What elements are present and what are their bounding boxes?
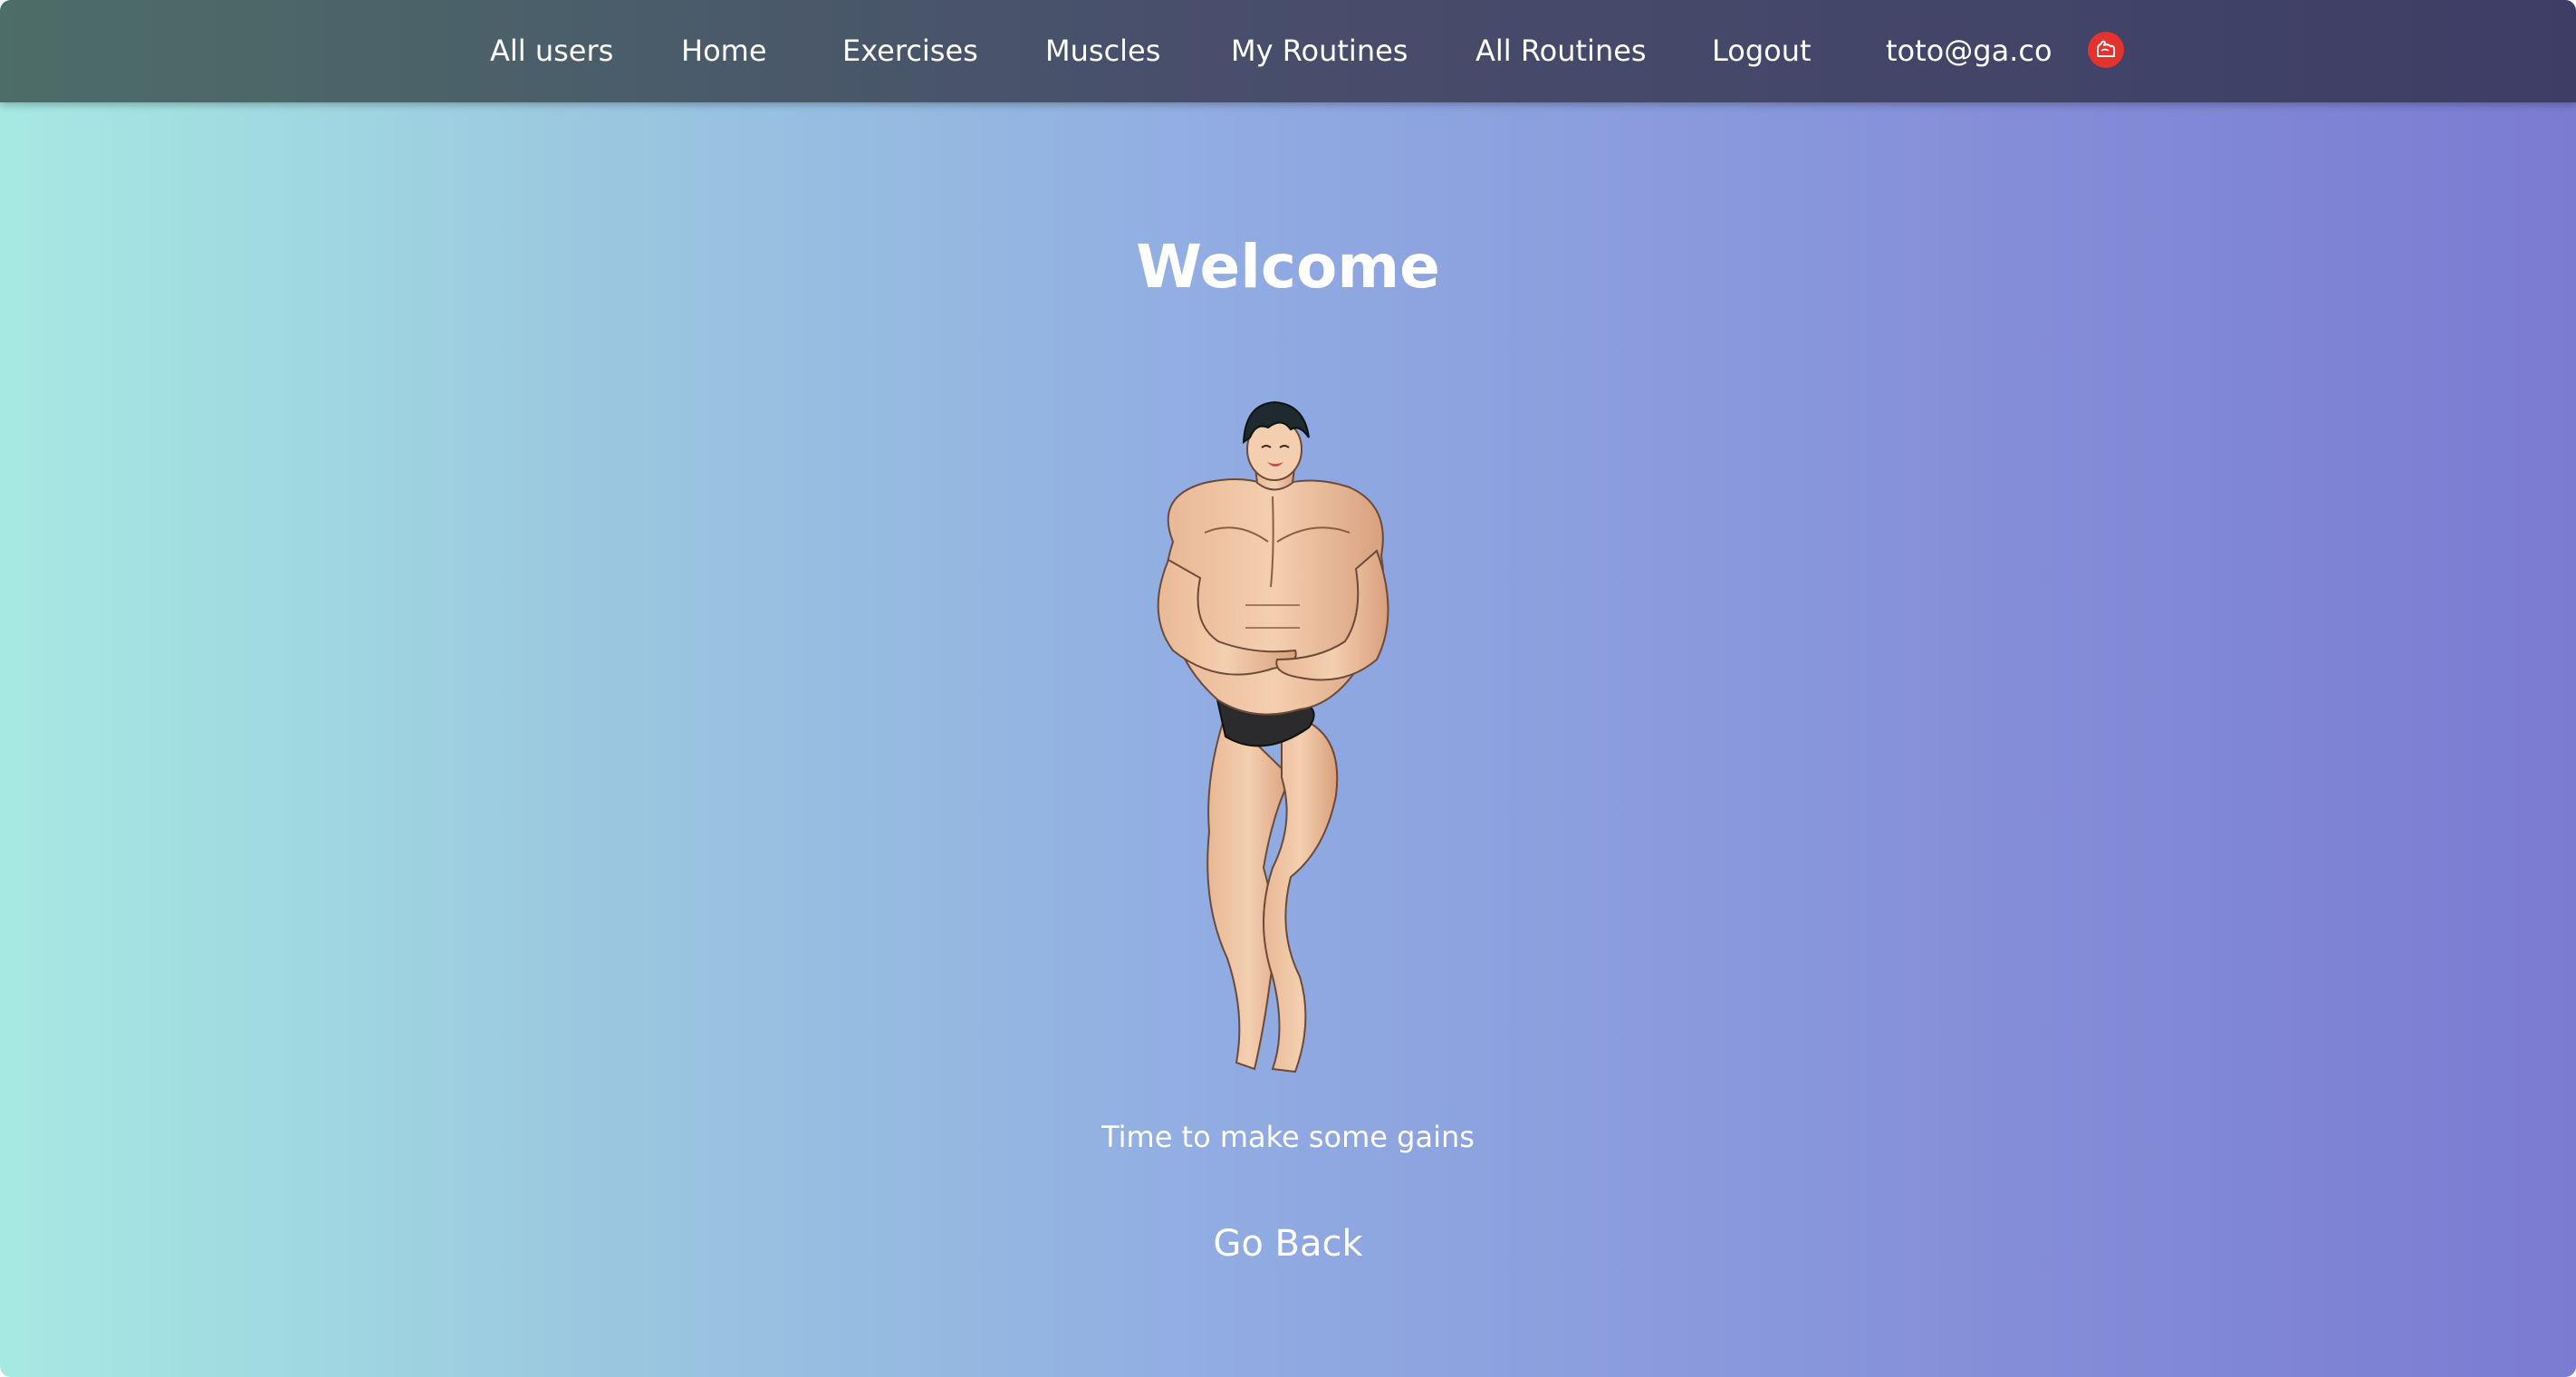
nav-all-users-link[interactable]: All users (490, 0, 613, 102)
flexed-arm-glyph (2097, 40, 2115, 57)
page-title: Welcome (1136, 232, 1440, 302)
page: All users Home Exercises Muscles My Rout… (0, 0, 2576, 1377)
nav-logout-link[interactable]: Logout (1712, 0, 1812, 102)
nav-all-routines-link[interactable]: All Routines (1475, 0, 1647, 102)
user-email-link[interactable]: toto@ga.co (1886, 0, 2052, 102)
flexed-arm-icon[interactable] (2088, 32, 2124, 68)
nav-my-routines-link[interactable]: My Routines (1231, 0, 1408, 102)
nav-muscles-link[interactable]: Muscles (1045, 0, 1160, 102)
top-navbar: All users Home Exercises Muscles My Rout… (0, 0, 2576, 102)
go-back-link[interactable]: Go Back (1197, 1223, 1379, 1265)
bodybuilder-illustration (1157, 400, 1389, 1074)
nav-exercises-link[interactable]: Exercises (842, 0, 978, 102)
welcome-tagline: Time to make some gains (1101, 1120, 1475, 1154)
nav-home-link[interactable]: Home (681, 0, 767, 102)
